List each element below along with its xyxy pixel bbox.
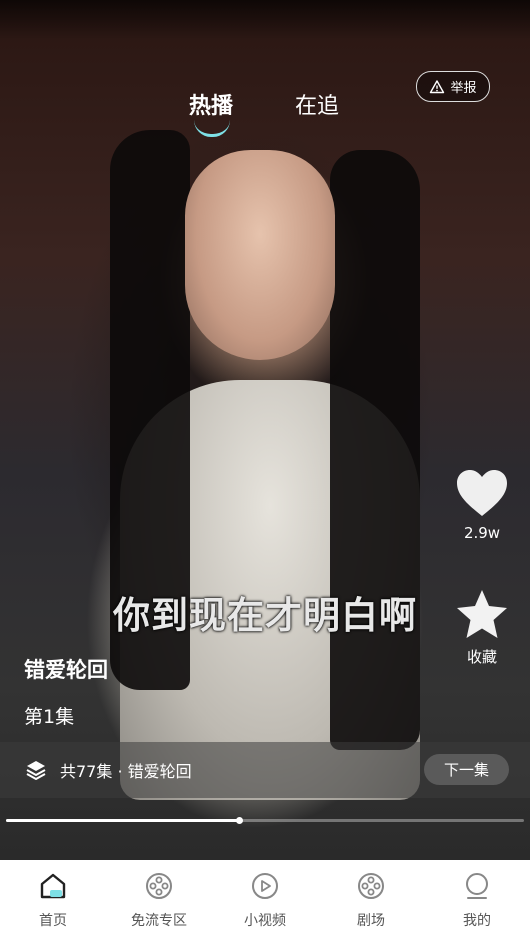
nav-label-theater: 剧场 [357,913,385,929]
progress-handle[interactable] [236,817,244,824]
bottom-nav: 首页 免流专区 小视频 剧场 我的 [0,860,530,942]
video-player[interactable]: 热播 在追 举报 2.9w 收藏 你到现在才明白啊 错爱轮回 第1集 共77集 … [0,0,530,860]
home-icon [40,873,66,899]
nav-item-home[interactable]: 首页 [0,860,106,942]
series-summary: 共77集 · 错爱轮回 [60,762,192,781]
nav-item-theater[interactable]: 剧场 [318,860,424,942]
play-circle-icon [252,873,278,899]
like-count: 2.9w [463,524,501,542]
layers-icon [26,761,46,780]
nav-item-free-zone[interactable]: 免流专区 [106,860,212,942]
series-bar[interactable]: 共77集 · 错爱轮回 下一集 [0,742,530,798]
active-tab-indicator [194,120,230,137]
nav-label-free-zone: 免流专区 [131,913,187,929]
report-label: 举报 [450,81,477,96]
nav-item-short-video[interactable]: 小视频 [212,860,318,942]
video-subtitle: 你到现在才明白啊 [113,594,417,637]
nav-label-short-video: 小视频 [244,913,286,929]
progress-fill [6,819,240,822]
warning-icon [430,79,445,93]
profile-icon [466,873,488,899]
next-episode-button[interactable]: 下一集 [424,754,509,785]
nav-label-home: 首页 [39,913,67,929]
like-button[interactable]: 2.9w [452,468,512,542]
film-reel-icon [146,873,172,899]
favorite-label: 收藏 [466,648,497,666]
heart-icon [457,470,507,516]
tab-following[interactable]: 在追 [295,88,339,120]
film-reel-icon [358,873,384,899]
nav-label-mine: 我的 [463,913,491,929]
tab-hot[interactable]: 热播 [189,88,233,120]
episode-label: 第1集 [24,706,75,728]
drama-title: 错爱轮回 [24,658,108,682]
nav-item-mine[interactable]: 我的 [424,860,530,942]
report-button[interactable]: 举报 [416,71,490,102]
playback-progress-bar[interactable] [6,817,524,824]
